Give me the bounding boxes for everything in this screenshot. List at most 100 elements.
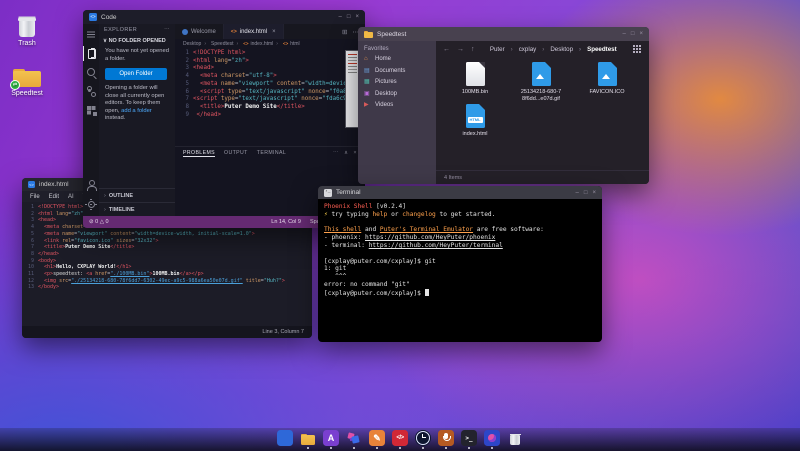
desktop-icon-speedtest[interactable]: ⇄ Speedtest xyxy=(4,66,50,97)
sidebar-item-home[interactable]: ⌂Home xyxy=(364,56,430,62)
menu-icon[interactable] xyxy=(83,27,99,42)
close-button[interactable]: × xyxy=(592,190,596,196)
window-controls[interactable]: –□ × xyxy=(339,14,359,20)
outline-section[interactable]: OUTLINE xyxy=(99,188,175,202)
forward-button[interactable]: → xyxy=(457,46,464,53)
up-button[interactable]: ↑ xyxy=(471,46,475,53)
close-button[interactable]: × xyxy=(639,31,643,37)
panel-action-icon[interactable]: ⋯ xyxy=(333,150,339,156)
desktop-icon-trash[interactable]: Trash xyxy=(4,16,50,47)
file-item[interactable]: 25134218-680-7 8f6dd...e07d.gif xyxy=(510,62,572,102)
close-button[interactable]: × xyxy=(355,14,359,20)
vscode-code-area[interactable]: 1<!DOCTYPE html>2<html lang="zh">3<head>… xyxy=(175,48,365,146)
taskbar-dev-center[interactable] xyxy=(346,430,363,449)
panel-action-icon[interactable]: ∧ xyxy=(344,150,348,156)
tab-welcome[interactable]: Welcome xyxy=(175,24,224,39)
maximize-button[interactable]: □ xyxy=(584,190,588,196)
path-breadcrumb[interactable]: Puter cxplay Desktop Speedtest xyxy=(490,46,617,53)
taskbar-code-app[interactable]: </> xyxy=(392,430,409,449)
taskbar-design-app[interactable] xyxy=(484,430,501,449)
vscode-titlebar[interactable]: <> Code –□× xyxy=(83,10,365,24)
breadcrumb-item[interactable]: <>html xyxy=(276,41,299,47)
back-button[interactable]: ← xyxy=(443,46,450,53)
sidebar-item-pictures[interactable]: ▦Pictures xyxy=(364,79,430,85)
breadcrumb-item[interactable]: Speedtest xyxy=(204,41,233,47)
taskbar-app-launcher[interactable] xyxy=(277,430,294,449)
taskbar-trash[interactable] xyxy=(507,430,524,449)
explorer-message: You have not yet opened a folder. xyxy=(99,46,175,65)
file-grid: 100MB.bin25134218-680-7 8f6dd...e07d.gif… xyxy=(436,57,649,170)
terminal-titlebar[interactable]: Terminal –□× xyxy=(318,186,602,199)
breadcrumb-item[interactable]: Desktop xyxy=(183,41,201,47)
problems-indicator[interactable]: ⊘ 0 △ 0 xyxy=(89,219,109,225)
line-number: 8 xyxy=(22,251,38,258)
item-count: 4 Items xyxy=(444,175,462,181)
menu-edit[interactable]: Edit xyxy=(49,194,59,200)
code-line: 2<html lang="zh"> xyxy=(175,58,365,66)
line-col-indicator[interactable]: Ln 14, Col 9 xyxy=(271,219,301,225)
grid-view-icon[interactable] xyxy=(632,44,642,54)
editor-action-icon[interactable]: ⊞ xyxy=(342,28,347,36)
info-circle-icon xyxy=(182,29,188,35)
path-segment[interactable]: Speedtest xyxy=(579,46,617,53)
add-folder-link[interactable]: add a folder xyxy=(121,108,152,114)
settings-icon[interactable] xyxy=(83,197,99,212)
file-manager-sidebar: Favorites ⌂Home▤Documents▦Pictures▣Deskt… xyxy=(358,41,436,184)
taskbar-recorder-app[interactable] xyxy=(438,430,455,449)
vscode-window-title: Code xyxy=(101,14,117,21)
tab-index-html[interactable]: <>index.html× xyxy=(224,24,284,39)
file-item[interactable]: FAVICON.ICO xyxy=(576,62,638,102)
sidebar-item-documents[interactable]: ▤Documents xyxy=(364,68,430,74)
home-icon: ⌂ xyxy=(364,56,371,62)
account-icon[interactable] xyxy=(83,178,99,193)
minimize-button[interactable]: – xyxy=(339,14,342,20)
panel-tab-problems[interactable]: PROBLEMS xyxy=(183,150,215,157)
file-manager-window: Speedtest –□× Favorites ⌂Home▤Documents▦… xyxy=(358,27,649,184)
source-control-icon[interactable] xyxy=(83,84,99,99)
search-icon[interactable] xyxy=(83,65,99,80)
code-line: 13</body> xyxy=(22,284,312,291)
window-controls[interactable]: –□ × xyxy=(623,31,643,37)
file-item[interactable]: 100MB.bin xyxy=(444,62,506,102)
minimize-button[interactable]: – xyxy=(623,31,626,37)
panel-tab-output[interactable]: OUTPUT xyxy=(224,150,248,157)
explorer-more-icon[interactable]: ⋯ xyxy=(164,27,170,33)
maximize-button[interactable]: □ xyxy=(347,14,351,20)
close-tab-icon[interactable]: × xyxy=(272,29,276,35)
taskbar-terminal-app[interactable]: >_ xyxy=(461,430,478,449)
editor-window-title: index.html xyxy=(39,181,69,188)
path-segment[interactable]: Desktop xyxy=(542,46,573,53)
file-item[interactable]: index.html xyxy=(444,104,506,138)
taskbar-app-center[interactable]: A xyxy=(323,430,340,449)
sidebar-item-videos[interactable]: ▶Videos xyxy=(364,102,430,108)
symbol-icon: <> xyxy=(283,41,288,46)
file-manager-titlebar[interactable]: Speedtest –□× xyxy=(358,27,649,41)
panel-actions[interactable]: ⋯ ∧ × xyxy=(333,150,357,156)
timeline-section[interactable]: TIMELINE xyxy=(99,202,175,216)
path-segment[interactable]: Puter xyxy=(490,46,505,53)
breadcrumb[interactable]: DesktopSpeedtest <>index.html<>html xyxy=(175,39,365,48)
extensions-icon[interactable] xyxy=(83,103,99,118)
path-segment[interactable]: cxplay xyxy=(511,46,537,53)
window-controls[interactable]: –□ × xyxy=(576,190,596,196)
menu-file[interactable]: File xyxy=(30,194,40,200)
open-folder-button[interactable]: Open Folder xyxy=(105,68,167,80)
taskbar-editor-app[interactable]: ✎ xyxy=(369,430,386,449)
sidebar-item-desktop[interactable]: ▣Desktop xyxy=(364,91,430,97)
dev-center-icon xyxy=(346,430,362,446)
panel-action-icon[interactable]: × xyxy=(353,150,357,156)
menu-ai[interactable]: AI xyxy=(68,194,74,200)
maximize-button[interactable]: □ xyxy=(631,31,635,37)
breadcrumb-item[interactable]: <>index.html xyxy=(237,41,274,47)
vscode-activity-bar xyxy=(83,24,99,216)
minimize-button[interactable]: – xyxy=(576,190,579,196)
explorer-icon[interactable] xyxy=(83,46,100,61)
line-number: 8 xyxy=(175,104,193,112)
taskbar-clock-app[interactable] xyxy=(415,430,432,449)
recorder-app-icon xyxy=(438,430,454,446)
terminal-output[interactable]: Phoenix Shell [v0.2.4]⚡ try typing help … xyxy=(318,199,602,342)
panel-tab-terminal[interactable]: TERMINAL xyxy=(257,150,286,157)
editor-app-icon: <> xyxy=(28,181,35,188)
explorer-section-header[interactable]: ∨ NO FOLDER OPENED xyxy=(99,36,175,46)
taskbar-files-app[interactable] xyxy=(300,430,317,449)
